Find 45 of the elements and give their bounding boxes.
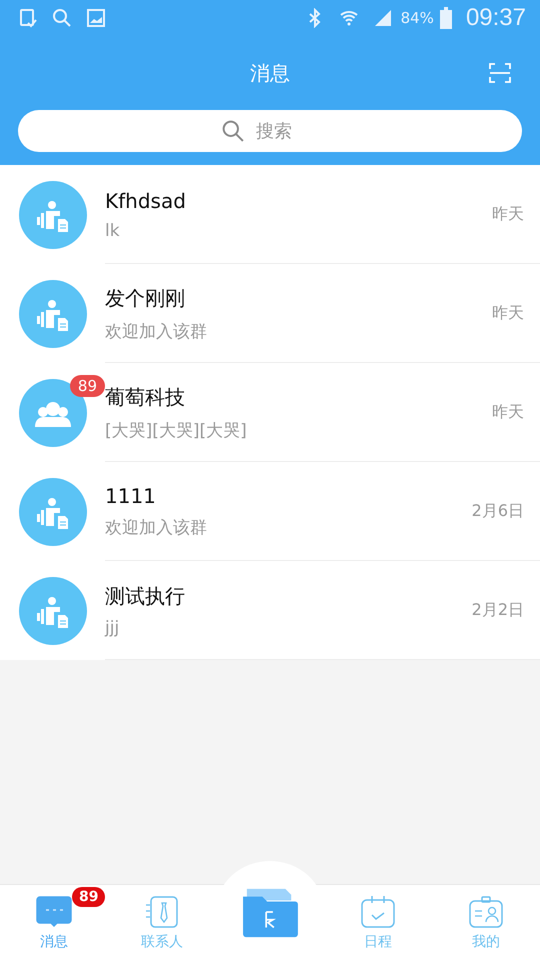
signal-icon bbox=[372, 8, 393, 28]
clock: 09:37 bbox=[466, 4, 526, 32]
search-input[interactable]: 搜索 bbox=[254, 120, 318, 142]
avatar-person-icon bbox=[19, 280, 87, 348]
id-card-icon bbox=[468, 895, 504, 929]
image-icon bbox=[86, 8, 106, 28]
conversation-item[interactable]: 89 葡萄科技 [大哭][大哭][大哭] 昨天 bbox=[0, 363, 540, 462]
search-icon bbox=[52, 8, 72, 28]
conversation-item[interactable]: 发个刚刚 欢迎加入该群 昨天 bbox=[0, 264, 540, 363]
folder-icon bbox=[241, 887, 299, 939]
message-preview: 欢迎加入该群 bbox=[105, 517, 208, 539]
message-time: 2月2日 bbox=[472, 600, 524, 621]
page-title: 消息 bbox=[250, 60, 290, 86]
message-time: 2月6日 bbox=[472, 501, 524, 522]
scan-icon[interactable] bbox=[488, 61, 512, 85]
message-time: 昨天 bbox=[492, 402, 524, 423]
conversation-name: 葡萄科技 bbox=[105, 384, 186, 410]
search-icon bbox=[222, 120, 244, 142]
chat-icon bbox=[36, 895, 72, 929]
message-time: 昨天 bbox=[492, 204, 524, 225]
wifi-icon bbox=[338, 8, 359, 28]
unread-badge: 89 bbox=[72, 887, 106, 907]
conversation-name: 测试执行 bbox=[105, 583, 186, 610]
conversation-name: Kfhdsad bbox=[105, 188, 187, 212]
message-preview: [大哭][大哭][大哭] bbox=[105, 420, 248, 442]
conversation-item[interactable]: 测试执行 jjj 2月2日 bbox=[0, 561, 540, 660]
conversation-name: 发个刚刚 bbox=[105, 284, 186, 312]
unread-badge: 89 bbox=[70, 374, 105, 396]
tie-icon bbox=[144, 895, 180, 929]
tablet-check-icon bbox=[18, 8, 38, 28]
conversation-item[interactable]: 1111 欢迎加入该群 2月6日 bbox=[0, 462, 540, 561]
nav-tab[interactable]: 消息 89 bbox=[0, 885, 108, 960]
message-preview: jjj bbox=[105, 618, 120, 638]
avatar-person-icon bbox=[19, 576, 87, 644]
conversation-name: 1111 bbox=[105, 484, 157, 508]
search-bar[interactable]: 搜索 bbox=[18, 110, 522, 152]
message-preview: lk bbox=[105, 220, 121, 240]
avatar-person-icon bbox=[19, 478, 87, 546]
conversation-item[interactable]: Kfhdsad lk 昨天 bbox=[0, 165, 540, 264]
battery-percent: 84% bbox=[400, 9, 434, 27]
calendar-icon bbox=[360, 895, 396, 929]
battery-icon bbox=[440, 7, 452, 29]
avatar-person-icon bbox=[19, 180, 87, 248]
message-preview: 欢迎加入该群 bbox=[105, 320, 208, 342]
message-time: 昨天 bbox=[492, 303, 524, 324]
